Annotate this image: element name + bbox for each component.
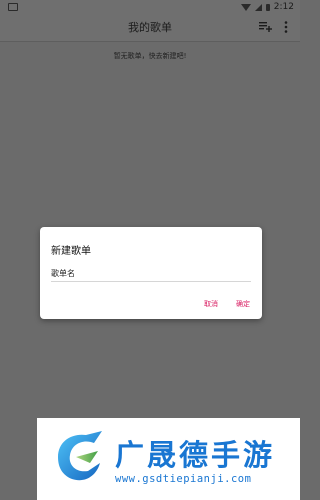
status-bar: 2:12 <box>0 0 300 14</box>
empty-state-text: 暂无歌单，快去新建吧! <box>113 52 187 60</box>
more-vert-icon[interactable] <box>284 21 288 33</box>
wifi-icon <box>240 3 251 11</box>
playlist-name-label: 歌单名 <box>51 269 75 278</box>
ok-button[interactable]: 确定 <box>236 299 250 309</box>
brand-name: 广晟德手游 <box>115 438 276 472</box>
battery-icon <box>265 3 270 11</box>
page-title: 我的歌单 <box>128 21 172 34</box>
brand-url: www.gsdtiepianji.com <box>115 473 252 485</box>
status-icons: 2:12 <box>240 2 294 12</box>
watermark-banner: 广晟德手游 www.gsdtiepianji.com <box>37 418 300 500</box>
brand-logo-icon <box>58 431 102 481</box>
app-bar: 我的歌单 <box>0 14 300 42</box>
input-underline <box>51 281 251 282</box>
notification-icon <box>8 3 18 11</box>
new-playlist-dialog: 新建歌单 歌单名 取消 确定 <box>40 227 262 319</box>
signal-icon <box>254 3 262 11</box>
playlist-name-input[interactable] <box>88 266 248 280</box>
cancel-button[interactable]: 取消 <box>204 299 218 309</box>
status-time: 2:12 <box>273 2 294 12</box>
dialog-title: 新建歌单 <box>51 246 91 257</box>
playlist-add-icon[interactable] <box>259 22 272 32</box>
